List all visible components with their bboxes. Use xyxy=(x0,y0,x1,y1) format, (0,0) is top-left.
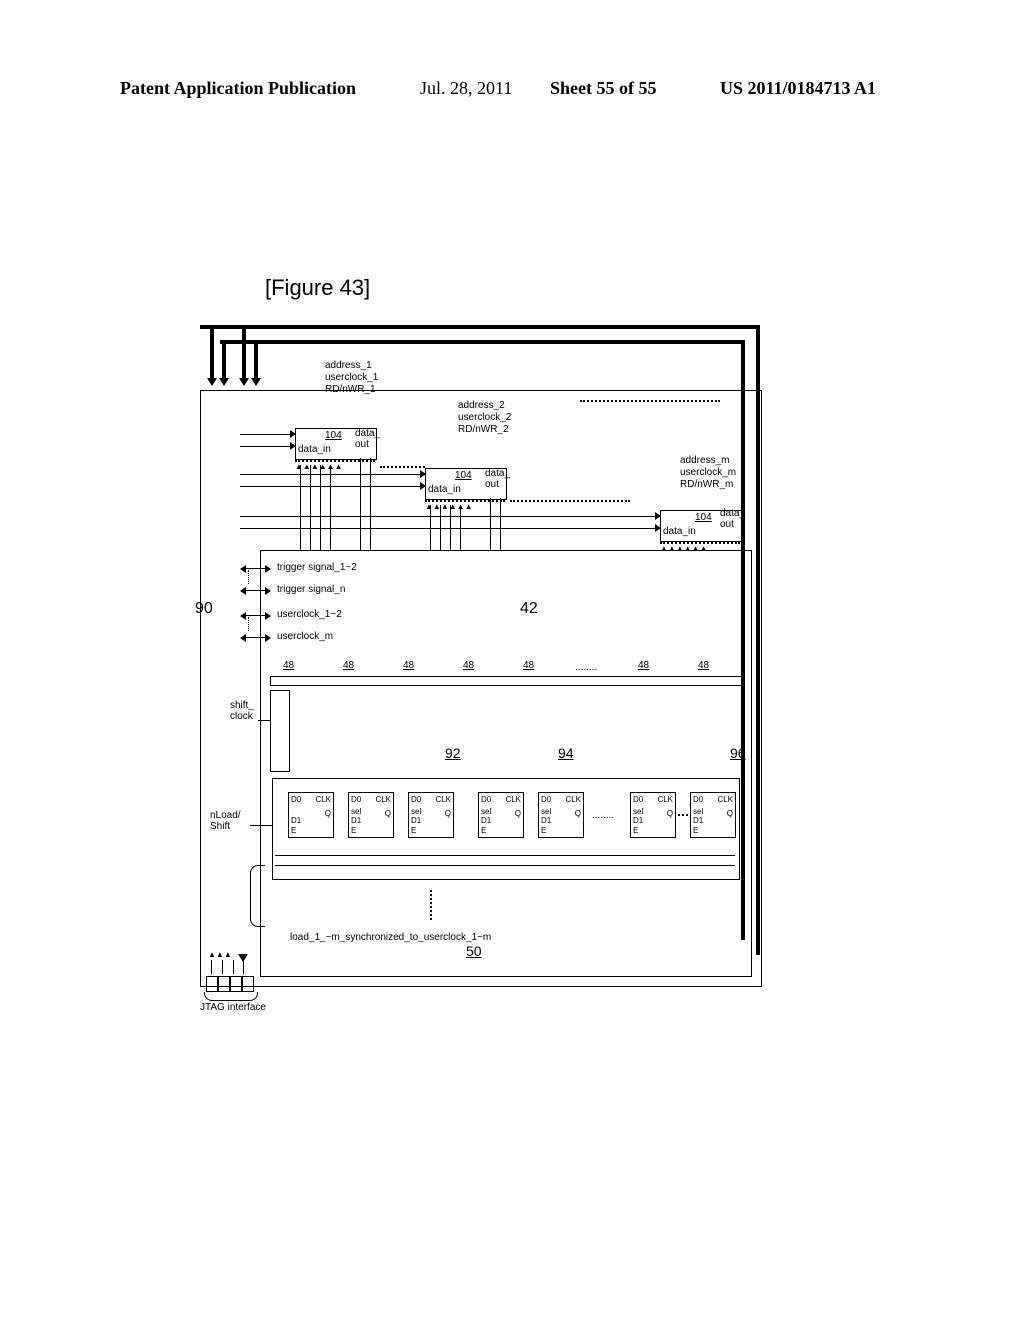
header-pubno: US 2011/0184713 A1 xyxy=(720,78,876,99)
header-date: Jul. 28, 2011 xyxy=(420,78,512,99)
ref-96: 96 xyxy=(730,745,746,761)
ref-48-1: 48 xyxy=(283,660,294,671)
ref-48-4: 48 xyxy=(463,660,474,671)
jtag-label: JTAG interface xyxy=(200,1002,266,1013)
ref-48-5: 48 xyxy=(523,660,534,671)
b1-rw: RD/nWR_1 xyxy=(325,384,376,395)
ref-48-6: 48 xyxy=(638,660,649,671)
flipflop-6: D0 CLK sel D1 E Q xyxy=(630,792,676,838)
nload-shift-label: nLoad/ Shift xyxy=(210,810,241,832)
userclock-m: userclock_m xyxy=(277,631,333,642)
ref-48-7: 48 xyxy=(698,660,709,671)
b1-104: 104 xyxy=(325,430,342,441)
bm-address: address_m xyxy=(680,455,729,466)
header-sheet: Sheet 55 of 55 xyxy=(550,78,657,99)
bm-dout: data_ out xyxy=(720,508,745,530)
b2-userclock: userclock_2 xyxy=(458,412,511,423)
ellipsis-48: ........ xyxy=(575,662,597,673)
figure-label: [Figure 43] xyxy=(265,275,370,301)
shift-clock-label: shift_ clock xyxy=(230,700,254,722)
ref-48-3: 48 xyxy=(403,660,414,671)
ref-94: 94 xyxy=(558,745,574,761)
b2-dout: data_ out xyxy=(485,468,510,490)
b2-rw: RD/nWR_2 xyxy=(458,424,509,435)
bm-din: data_in xyxy=(663,526,696,537)
bm-userclock: userclock_m xyxy=(680,467,736,478)
ref-90: 90 xyxy=(195,600,213,618)
patent-page: Patent Application Publication Jul. 28, … xyxy=(0,0,1024,1320)
trigger-signal-12: trigger signal_1~2 xyxy=(277,562,357,573)
ref-42: 42 xyxy=(520,600,538,618)
flipflop-5: D0 CLK sel D1 E Q xyxy=(538,792,584,838)
flipflop-3: D0 CLK sel D1 E Q xyxy=(408,792,454,838)
header-left: Patent Application Publication xyxy=(120,78,356,99)
b1-din: data_in xyxy=(298,444,331,455)
ellipsis-ff: ........ xyxy=(592,810,614,821)
flipflop-4: D0 CLK sel D1 E Q xyxy=(478,792,524,838)
b2-address: address_2 xyxy=(458,400,505,411)
flipflop-7: D0 CLK sel D1 E Q xyxy=(690,792,736,838)
userclock-12: userclock_1~2 xyxy=(277,609,342,620)
b2-din: data_in xyxy=(428,484,461,495)
trigger-signal-n: trigger signal_n xyxy=(277,584,345,595)
bm-rw: RD/nWR_m xyxy=(680,479,733,490)
b2-104: 104 xyxy=(455,470,472,481)
bm-104: 104 xyxy=(695,512,712,523)
flipflop-1: D0 CLK D1 E Q xyxy=(288,792,334,838)
b1-dout: data_ out xyxy=(355,428,380,450)
b1-address: address_1 xyxy=(325,360,372,371)
ref-50: 50 xyxy=(466,943,482,959)
flipflop-2: D0 CLK sel D1 E Q xyxy=(348,792,394,838)
ref-92: 92 xyxy=(445,745,461,761)
figure-43-diagram: address_1 userclock_1 RD/nWR_1 104 data_… xyxy=(200,300,780,1000)
load-sync-label: load_1_~m_synchronized_to_userclock_1~m xyxy=(290,932,491,943)
b1-userclock: userclock_1 xyxy=(325,372,378,383)
ref-48-2: 48 xyxy=(343,660,354,671)
